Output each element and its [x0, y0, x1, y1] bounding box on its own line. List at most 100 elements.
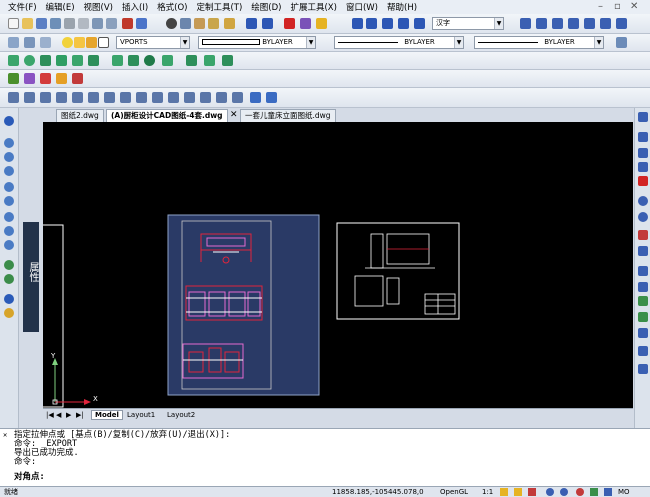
snap-none-icon[interactable]: [250, 92, 261, 103]
last-layout-icon[interactable]: ▶|: [76, 411, 84, 419]
zoom-extents-icon[interactable]: [4, 274, 14, 284]
restore-button[interactable]: ▫: [614, 1, 621, 12]
zoom-previous-icon[interactable]: [4, 294, 14, 304]
properties-tab[interactable]: 属性: [23, 222, 39, 332]
menu-draw[interactable]: 绘图(D): [251, 1, 281, 13]
print-preview-icon[interactable]: [78, 18, 89, 29]
first-layout-icon[interactable]: |◀: [46, 411, 54, 419]
text-style-icon[interactable]: [382, 18, 393, 29]
new-file-icon[interactable]: [8, 18, 19, 29]
multiline-text-icon[interactable]: [366, 18, 377, 29]
light-icon[interactable]: [316, 18, 327, 29]
modify-rotate-icon[interactable]: [638, 196, 648, 206]
brush-icon[interactable]: [224, 18, 235, 29]
menu-edit[interactable]: 编辑(E): [46, 1, 75, 13]
intersect-icon[interactable]: [40, 73, 51, 84]
pan-icon[interactable]: [4, 116, 14, 126]
menu-help[interactable]: 帮助(H): [387, 1, 417, 13]
snap-extension-icon[interactable]: [104, 92, 115, 103]
help-icon[interactable]: [300, 18, 311, 29]
menu-view[interactable]: 视图(V): [84, 1, 113, 13]
plot-style-icon[interactable]: [616, 37, 627, 48]
text-style-select[interactable]: 汉字 ▼: [432, 17, 504, 30]
snap-node-icon[interactable]: [216, 92, 227, 103]
dim-linear-icon[interactable]: [520, 18, 531, 29]
save-as-icon[interactable]: [50, 18, 61, 29]
layer-on-icon[interactable]: [62, 37, 73, 48]
modify-fillet-icon[interactable]: [638, 328, 648, 338]
status-settings-icon[interactable]: [576, 488, 584, 496]
modify-join-icon[interactable]: [638, 296, 648, 306]
layer-freeze-icon[interactable]: [74, 37, 85, 48]
sphere-icon[interactable]: [24, 55, 35, 66]
modify-trim-icon[interactable]: [638, 246, 648, 256]
zoom-out-icon[interactable]: [4, 240, 14, 250]
drawing-canvas[interactable]: Y X: [41, 122, 633, 408]
zoom-object-icon[interactable]: [4, 212, 14, 222]
status-visibility-icon[interactable]: [514, 488, 522, 496]
tab-model[interactable]: Model: [91, 410, 123, 420]
render-icon[interactable]: [56, 73, 67, 84]
zoom-all-icon[interactable]: [4, 260, 14, 270]
sweep-icon[interactable]: [144, 55, 155, 66]
undo-icon[interactable]: [246, 18, 257, 29]
tab-layout1[interactable]: Layout1: [127, 411, 155, 419]
snap-midpoint-icon[interactable]: [56, 92, 67, 103]
publish-icon[interactable]: [92, 18, 103, 29]
next-layout-icon[interactable]: ▶: [66, 411, 71, 419]
union-icon[interactable]: [8, 73, 19, 84]
view-select[interactable]: VPORTS ▼: [116, 36, 190, 49]
snap-from-icon[interactable]: [24, 92, 35, 103]
status-ortho-icon[interactable]: [590, 488, 598, 496]
revolve-icon[interactable]: [128, 55, 139, 66]
dwf-icon[interactable]: [122, 18, 133, 29]
find-text-icon[interactable]: [414, 18, 425, 29]
open-folder-icon[interactable]: [22, 18, 33, 29]
snap-quadrant-icon[interactable]: [136, 92, 147, 103]
status-renderer[interactable]: OpenGL: [440, 487, 468, 497]
print-icon[interactable]: [64, 18, 75, 29]
status-pan-icon[interactable]: [560, 488, 568, 496]
slice-icon[interactable]: [186, 55, 197, 66]
text-icon[interactable]: [352, 18, 363, 29]
plot-icon[interactable]: [106, 18, 117, 29]
cylinder-icon[interactable]: [40, 55, 51, 66]
box-icon[interactable]: [8, 55, 19, 66]
modify-copy-icon[interactable]: [638, 132, 648, 142]
snap-temp-icon[interactable]: [8, 92, 19, 103]
match-properties-icon[interactable]: [208, 18, 219, 29]
erase-icon[interactable]: [284, 18, 295, 29]
layer-manager-icon[interactable]: [8, 37, 19, 48]
menu-tools[interactable]: 定制工具(T): [196, 1, 242, 13]
snap-perpendicular-icon[interactable]: [168, 92, 179, 103]
snap-endpoint-icon[interactable]: [40, 92, 51, 103]
dim-aligned-icon[interactable]: [536, 18, 547, 29]
solid-edit-icon[interactable]: [222, 55, 233, 66]
status-mode[interactable]: MO: [618, 487, 630, 497]
edit-text-icon[interactable]: [398, 18, 409, 29]
view-eye-icon[interactable]: [4, 308, 14, 318]
subtract-icon[interactable]: [24, 73, 35, 84]
menu-window[interactable]: 窗口(W): [346, 1, 378, 13]
export-icon[interactable]: [136, 18, 147, 29]
save-icon[interactable]: [36, 18, 47, 29]
modify-mirror-icon[interactable]: [638, 148, 648, 158]
modify-scale-icon[interactable]: [638, 212, 648, 222]
snap-apparent-icon[interactable]: [88, 92, 99, 103]
modify-erase-icon[interactable]: [638, 176, 648, 186]
paste-icon[interactable]: [194, 18, 205, 29]
zoom-scale-icon[interactable]: [4, 182, 14, 192]
dim-angular-icon[interactable]: [584, 18, 595, 29]
zoom-dynamic-icon[interactable]: [4, 166, 14, 176]
extrude-icon[interactable]: [112, 55, 123, 66]
modify-offset-icon[interactable]: [638, 162, 648, 172]
dim-ordinate-icon[interactable]: [552, 18, 563, 29]
modify-stretch-icon[interactable]: [638, 230, 648, 240]
dim-radius-icon[interactable]: [568, 18, 579, 29]
status-lock-icon[interactable]: [528, 488, 536, 496]
linetype-select[interactable]: BYLAYER ▼: [334, 36, 464, 49]
layer-state-icon[interactable]: [40, 37, 51, 48]
tab-close-icon[interactable]: ✕: [230, 110, 238, 120]
cut-icon[interactable]: [166, 18, 177, 29]
tab-drawing-3[interactable]: 一套儿童床立面图纸.dwg: [240, 109, 336, 122]
